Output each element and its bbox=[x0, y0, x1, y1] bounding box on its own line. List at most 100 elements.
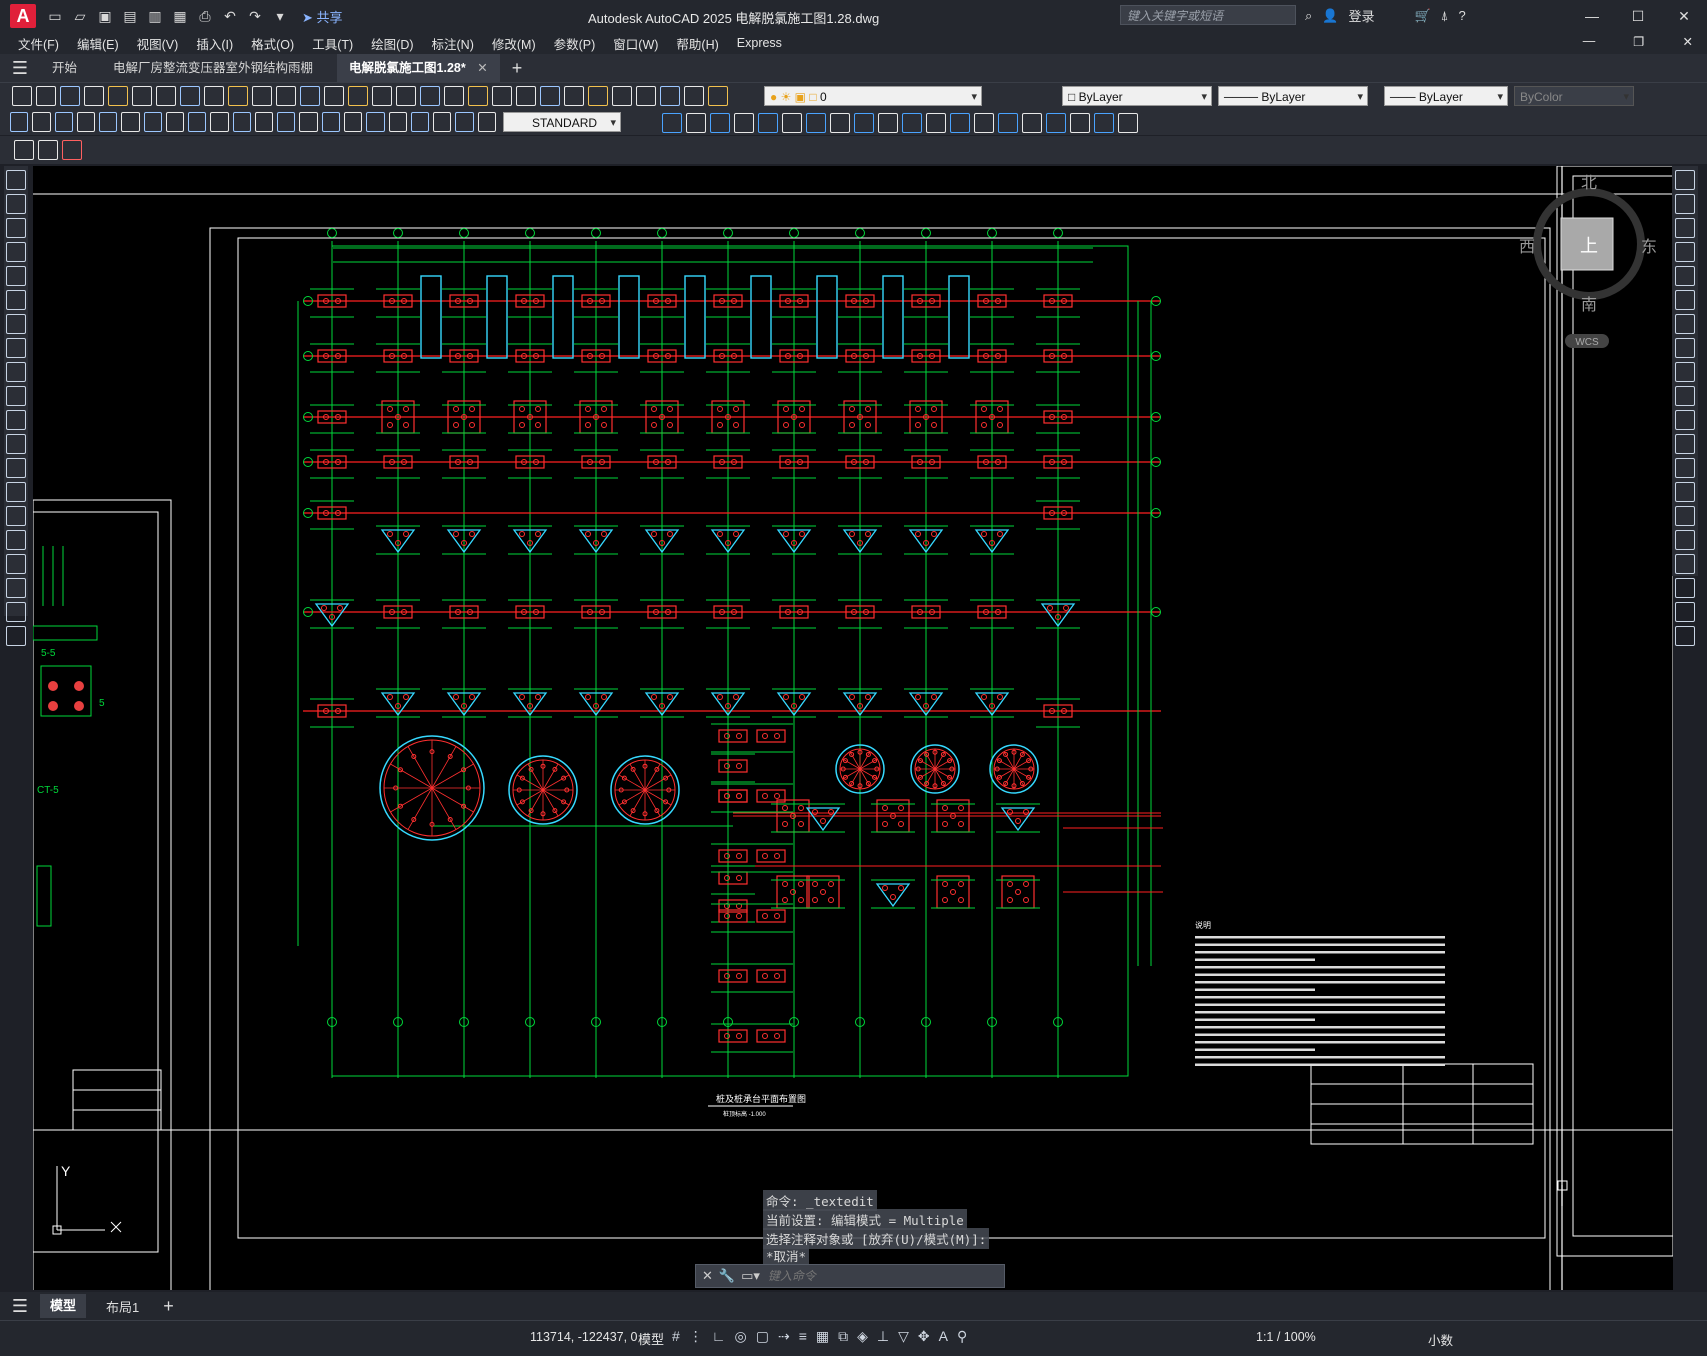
tab-model[interactable]: 模型 bbox=[40, 1294, 87, 1318]
tool-button-icon[interactable] bbox=[444, 86, 464, 106]
tool-button-icon[interactable] bbox=[1675, 386, 1695, 406]
cart-icon[interactable]: 🛒 bbox=[1414, 8, 1430, 24]
tool-button-icon[interactable] bbox=[143, 112, 162, 132]
layer-dropdown[interactable]: ● ☀ ▣ □ 0 bbox=[764, 86, 982, 107]
tool-button-icon[interactable] bbox=[708, 86, 728, 106]
tool-button-icon[interactable] bbox=[6, 266, 26, 286]
tool-button-icon[interactable] bbox=[1675, 194, 1695, 214]
help-search-input[interactable]: 键入关键字或短语 bbox=[1120, 5, 1296, 25]
tool-button-icon[interactable] bbox=[1675, 434, 1695, 454]
tool-button-icon[interactable] bbox=[684, 86, 704, 106]
tool-button-icon[interactable] bbox=[324, 86, 344, 106]
snap-icon[interactable]: ⋮ bbox=[689, 1328, 703, 1345]
menu-modify[interactable]: 修改(M) bbox=[492, 34, 536, 53]
tool-button-icon[interactable] bbox=[396, 86, 416, 106]
tool-button-icon[interactable] bbox=[60, 86, 80, 106]
web-save-icon[interactable]: ▦ bbox=[171, 8, 189, 24]
tool-button-icon[interactable] bbox=[366, 112, 385, 132]
tool-button-icon[interactable] bbox=[6, 194, 26, 214]
tool-button-icon[interactable] bbox=[1070, 113, 1090, 133]
tool-button-icon[interactable] bbox=[6, 242, 26, 262]
wcs-menu[interactable]: WCS bbox=[1575, 337, 1599, 348]
ortho-icon[interactable]: ∟ bbox=[712, 1328, 726, 1345]
tool-button-icon[interactable] bbox=[1675, 242, 1695, 262]
units-dropdown[interactable]: 小数 bbox=[1428, 1330, 1453, 1349]
gizmo-icon[interactable]: ✥ bbox=[918, 1328, 930, 1345]
maximize-icon[interactable]: ☐ bbox=[1615, 0, 1661, 32]
tool-button-icon[interactable] bbox=[204, 86, 224, 106]
command-prompt-icon[interactable]: ▭▾ bbox=[741, 1268, 760, 1284]
tool-button-icon[interactable] bbox=[1675, 626, 1695, 646]
tool-button-icon[interactable] bbox=[758, 113, 778, 133]
tool-button-icon[interactable] bbox=[388, 112, 407, 132]
tool-button-icon[interactable] bbox=[1675, 362, 1695, 382]
tool-button-icon[interactable] bbox=[6, 602, 26, 622]
tool-button-icon[interactable] bbox=[6, 218, 26, 238]
tool-button-icon[interactable] bbox=[1675, 290, 1695, 310]
user-icon[interactable]: 👤 bbox=[1322, 8, 1338, 24]
model-space-canvas[interactable]: 5-5 CT-5 5 桩及桩承台平面布置图 桩顶标高 -1.000 说明 Y 上… bbox=[33, 166, 1673, 1290]
tool-button-icon[interactable] bbox=[1675, 602, 1695, 622]
redo-icon[interactable]: ↷ bbox=[246, 8, 264, 24]
tool-button-icon[interactable] bbox=[854, 113, 874, 133]
tool-button-icon[interactable] bbox=[300, 86, 320, 106]
tool-button-icon[interactable] bbox=[1675, 410, 1695, 430]
model-space-toggle[interactable]: 模型 bbox=[638, 1329, 664, 1348]
save-as-icon[interactable]: ▤ bbox=[121, 8, 139, 24]
tool-button-icon[interactable] bbox=[6, 578, 26, 598]
menu-tools[interactable]: 工具(T) bbox=[312, 34, 353, 53]
tool-button-icon[interactable] bbox=[10, 112, 29, 132]
tool-button-icon[interactable] bbox=[32, 112, 51, 132]
print-icon[interactable]: ⎙ bbox=[196, 8, 214, 24]
tool-button-icon[interactable] bbox=[1675, 482, 1695, 502]
web-open-icon[interactable]: ▥ bbox=[146, 8, 164, 24]
tool-button-icon[interactable] bbox=[121, 112, 140, 132]
tool-button-icon[interactable] bbox=[6, 314, 26, 334]
tool-button-icon[interactable] bbox=[372, 86, 392, 106]
tool-button-icon[interactable] bbox=[974, 113, 994, 133]
tab-close-icon[interactable]: ✕ bbox=[477, 61, 487, 75]
tool-button-icon[interactable] bbox=[468, 86, 488, 106]
open-icon[interactable]: ▱ bbox=[71, 8, 89, 24]
help-icon[interactable]: ? bbox=[1458, 8, 1465, 23]
save-icon[interactable]: ▣ bbox=[96, 8, 114, 24]
tool-button-icon[interactable] bbox=[1675, 338, 1695, 358]
tool-button-icon[interactable] bbox=[299, 112, 318, 132]
tool-button-icon[interactable] bbox=[1675, 218, 1695, 238]
viewcube-west[interactable]: 西 bbox=[1519, 239, 1535, 256]
textstyle-dropdown[interactable]: STANDARD bbox=[503, 112, 621, 133]
grid-icon[interactable]: # bbox=[672, 1328, 680, 1345]
tool-button-icon[interactable] bbox=[1675, 458, 1695, 478]
tool-button-icon[interactable] bbox=[660, 86, 680, 106]
viewcube-south[interactable]: 南 bbox=[1581, 296, 1597, 314]
tool-button-icon[interactable] bbox=[1046, 113, 1066, 133]
tool-button-icon[interactable] bbox=[6, 362, 26, 382]
selection-filter-icon[interactable]: ▽ bbox=[898, 1328, 909, 1345]
tool-button-icon[interactable] bbox=[6, 434, 26, 454]
tool-button-icon[interactable] bbox=[252, 86, 272, 106]
new-tab-icon[interactable]: + bbox=[512, 58, 523, 79]
menu-dimension[interactable]: 标注(N) bbox=[432, 34, 474, 53]
tool-button-icon[interactable] bbox=[588, 86, 608, 106]
tool-button-icon[interactable] bbox=[6, 506, 26, 526]
menu-help[interactable]: 帮助(H) bbox=[676, 34, 718, 53]
tool-button-icon[interactable] bbox=[1118, 113, 1138, 133]
tool-button-icon[interactable] bbox=[1094, 113, 1114, 133]
tool-button-icon[interactable] bbox=[6, 290, 26, 310]
tool-button-icon[interactable] bbox=[277, 112, 296, 132]
tool-button-icon[interactable] bbox=[564, 86, 584, 106]
tool-button-icon[interactable] bbox=[612, 86, 632, 106]
tool-button-icon[interactable] bbox=[1675, 266, 1695, 286]
tab-layout1[interactable]: 布局1 bbox=[96, 1297, 149, 1316]
tool-button-icon[interactable] bbox=[878, 113, 898, 133]
tool-button-icon[interactable] bbox=[348, 86, 368, 106]
tool-button-icon[interactable] bbox=[686, 113, 706, 133]
menu-express[interactable]: Express bbox=[737, 36, 782, 50]
color-dropdown[interactable]: □ ByLayer bbox=[1062, 86, 1212, 107]
tool-button-icon[interactable] bbox=[998, 113, 1018, 133]
doc-minimize-icon[interactable]: — bbox=[1583, 34, 1596, 49]
dyn-ucs-icon[interactable]: ⊥ bbox=[877, 1328, 889, 1345]
tool-button-icon[interactable] bbox=[926, 113, 946, 133]
tool-button-icon[interactable] bbox=[420, 86, 440, 106]
tool-button-icon[interactable] bbox=[232, 112, 251, 132]
